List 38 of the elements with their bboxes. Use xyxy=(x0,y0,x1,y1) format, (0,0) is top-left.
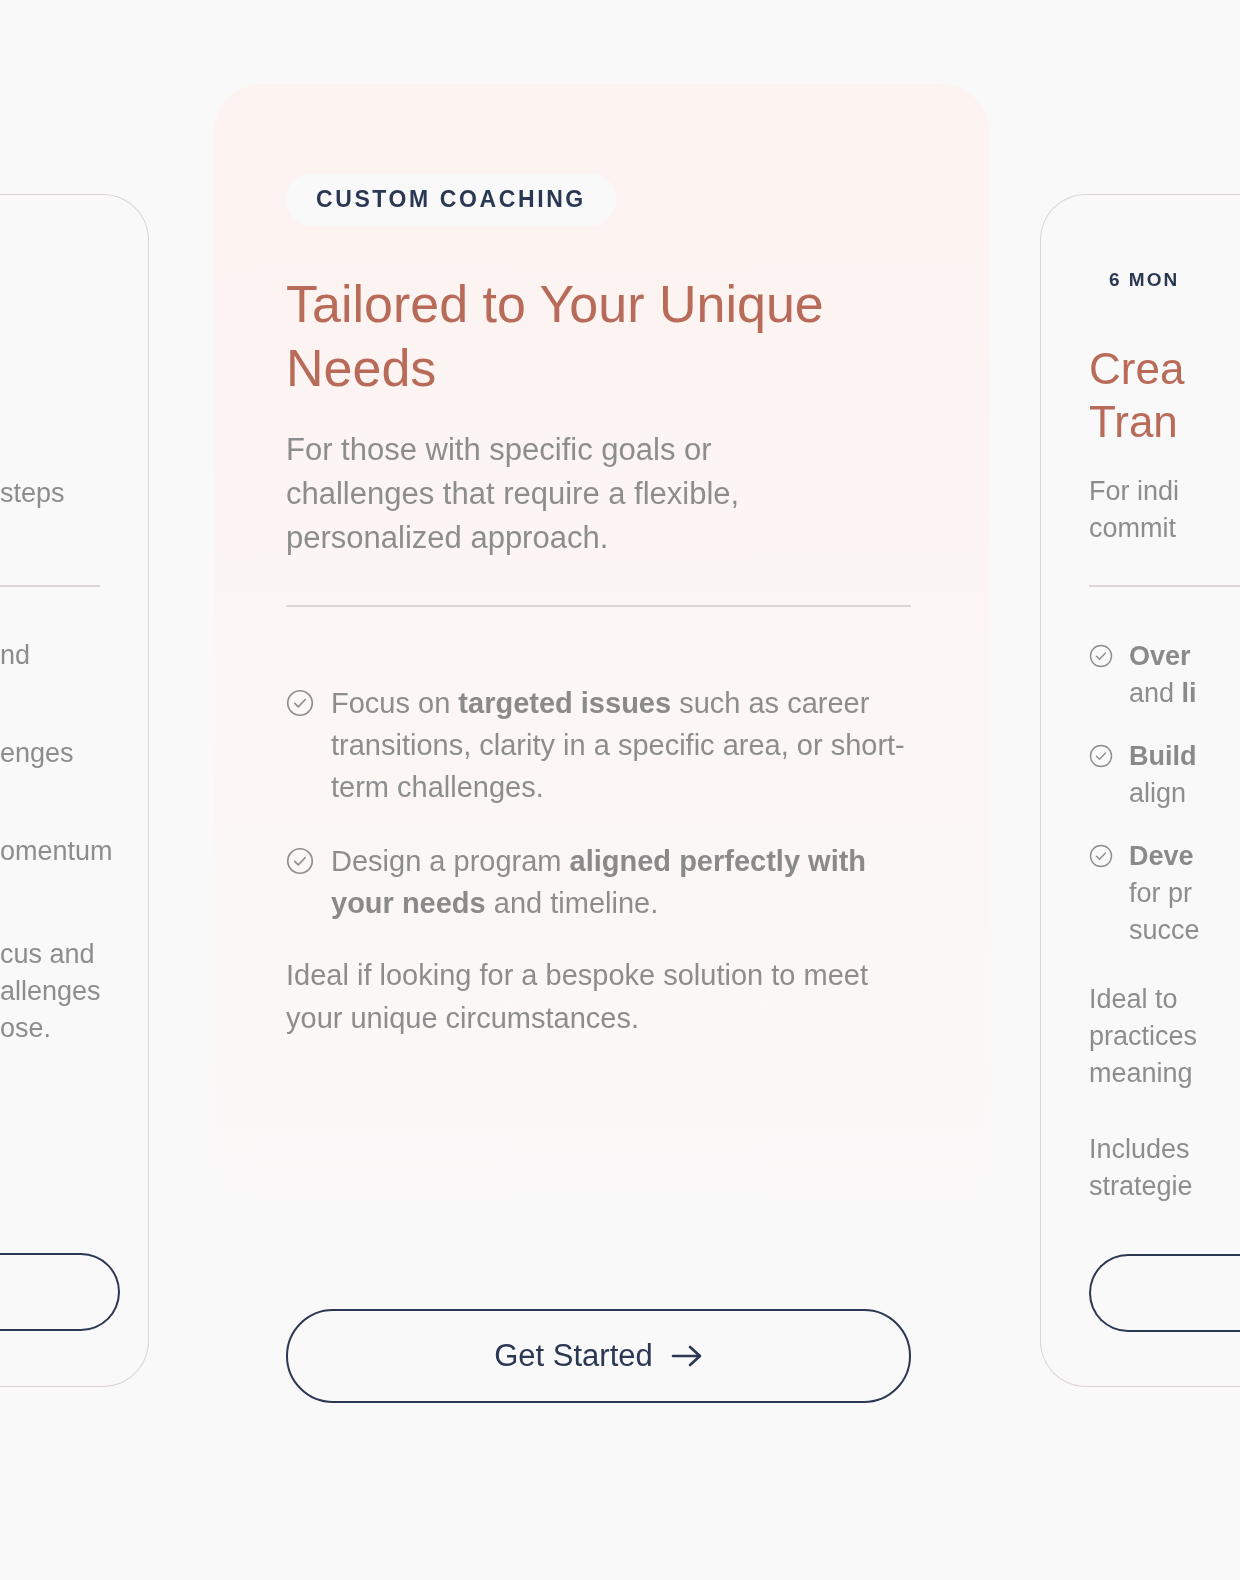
check-circle-icon xyxy=(1089,643,1113,668)
card-note: allenges xyxy=(0,974,102,1008)
feature-text: Focus on targeted issues such as career transitions, clarity in a specific area, or short-term challenges. xyxy=(331,685,906,805)
feature-text: and li xyxy=(1129,676,1197,710)
check-circle-icon xyxy=(286,688,314,717)
card-note: ose. xyxy=(0,1011,53,1045)
feature-text: Build xyxy=(1129,739,1197,773)
check-circle-icon xyxy=(286,846,314,875)
card-note: meaning xyxy=(1089,1056,1194,1090)
feature-text: Design a program aligned perfectly with your needs and timeline. xyxy=(331,843,868,921)
card-title: Crea xyxy=(1089,343,1186,395)
feature-text: Deve xyxy=(1129,839,1195,873)
card-subtitle: steps xyxy=(0,477,66,510)
card-note: practices xyxy=(1089,1019,1199,1053)
card-title: Tailored to Your Unique Needs xyxy=(286,274,825,399)
arrow-right-icon xyxy=(670,1344,703,1368)
card-note: strategie xyxy=(1089,1169,1194,1203)
card-title: Tran xyxy=(1089,396,1179,448)
feature-text: nd xyxy=(0,638,32,672)
feature-text: omentum xyxy=(0,834,114,868)
card-note: Ideal if looking for a bespoke solution to meet your unique circumstances. xyxy=(286,957,869,1036)
feature-text: Over xyxy=(1129,639,1192,673)
check-circle-icon xyxy=(1089,843,1113,868)
card-note: Includes xyxy=(1089,1132,1191,1166)
feature-text: enges xyxy=(0,736,75,770)
card-note: Ideal to xyxy=(1089,982,1179,1016)
card-subtitle: For indi xyxy=(1089,475,1181,508)
cta-button[interactable] xyxy=(0,1253,120,1331)
feature-text: for pr xyxy=(1129,876,1194,910)
card-subtitle: commit xyxy=(1089,512,1177,545)
card-note: cus and xyxy=(0,937,96,971)
cta-button[interactable] xyxy=(1089,1254,1240,1332)
card-subtitle: For those with specific goals or challenges that require a flexible, personalized approach. xyxy=(286,431,741,557)
feature-text: align xyxy=(1129,776,1188,810)
get-started-button[interactable]: Get Started xyxy=(286,1309,911,1403)
plan-badge: CUSTOM COACHING xyxy=(286,173,616,226)
feature-text: succe xyxy=(1129,913,1200,947)
check-circle-icon xyxy=(1089,743,1113,768)
